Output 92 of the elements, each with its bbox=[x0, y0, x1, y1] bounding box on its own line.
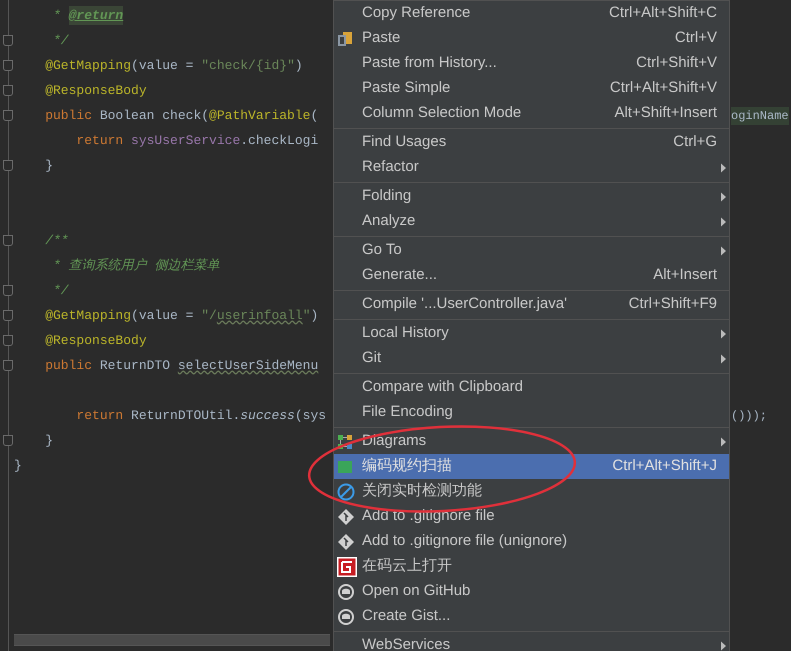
menu-item[interactable]: Column Selection Mode Alt+Shift+Insert bbox=[334, 101, 729, 126]
menu-item[interactable]: Compile '...UserController.java' Ctrl+Shift+F9 bbox=[334, 292, 729, 317]
code-token: ) bbox=[294, 56, 303, 75]
code-token: public bbox=[44, 106, 94, 125]
code-token: * 查询系统用户 侧边栏菜单 bbox=[52, 256, 220, 275]
code-token: ())); bbox=[731, 408, 768, 424]
fold-marker[interactable] bbox=[3, 435, 13, 446]
prohibited-icon bbox=[337, 482, 355, 500]
fold-marker[interactable] bbox=[3, 235, 13, 246]
code-token: @ResponseBody bbox=[44, 332, 147, 350]
shortcut-label: Alt+Insert bbox=[653, 265, 717, 286]
code-token: sysUserService bbox=[131, 132, 240, 150]
code-token: "check/{id}" bbox=[201, 56, 295, 75]
code-token: } bbox=[44, 156, 54, 175]
octocat-icon bbox=[337, 582, 355, 600]
code-token: (value = bbox=[131, 56, 194, 75]
fold-marker[interactable] bbox=[3, 60, 13, 71]
diagram-icon bbox=[337, 434, 353, 450]
code-token: userinfoall bbox=[216, 306, 303, 325]
menu-item[interactable]: Local History bbox=[334, 321, 729, 346]
menu-item[interactable]: Refactor bbox=[334, 155, 729, 180]
menu-item[interactable]: 关闭实时检测功能 bbox=[334, 479, 729, 504]
code-token: ( bbox=[310, 106, 318, 125]
code-token: public bbox=[44, 356, 94, 375]
code-token: /** bbox=[44, 232, 69, 250]
menu-item[interactable]: Paste Ctrl+V bbox=[334, 26, 729, 51]
code-token: (value = bbox=[131, 306, 194, 325]
code-token: "/ bbox=[201, 306, 217, 325]
fold-marker[interactable] bbox=[3, 110, 13, 121]
menu-item[interactable]: Generate... Alt+Insert bbox=[334, 263, 729, 288]
shortcut-label: Ctrl+G bbox=[673, 132, 717, 152]
code-token: @PathVariable bbox=[209, 106, 310, 125]
menu-item[interactable]: File Encoding bbox=[334, 400, 729, 425]
fold-marker[interactable] bbox=[3, 85, 13, 96]
shortcut-label: Ctrl+Shift+V bbox=[636, 53, 717, 74]
menu-item[interactable]: Open on GitHub bbox=[334, 579, 729, 604]
git-icon bbox=[337, 508, 355, 526]
menu-item[interactable]: Go To bbox=[334, 238, 729, 263]
menu-item[interactable]: Add to .gitignore file bbox=[334, 504, 729, 529]
code-token: " bbox=[302, 306, 310, 325]
fold-marker[interactable] bbox=[3, 360, 13, 371]
menu-item[interactable]: Paste from History... Ctrl+Shift+V bbox=[334, 51, 729, 76]
code-token: @return bbox=[68, 6, 124, 26]
horizontal-scrollbar[interactable] bbox=[14, 634, 330, 646]
menu-item[interactable]: Compare with Clipboard bbox=[334, 375, 729, 400]
menu-item[interactable]: 在码云上打开 bbox=[334, 554, 729, 579]
shortcut-label: Ctrl+Alt+Shift+J bbox=[612, 456, 717, 476]
code-token: } bbox=[14, 456, 22, 475]
code-token: return bbox=[75, 406, 124, 425]
menu-item[interactable]: Diagrams bbox=[334, 429, 729, 454]
menu-item[interactable]: Paste Simple Ctrl+Alt+Shift+V bbox=[334, 76, 729, 101]
fold-marker[interactable] bbox=[3, 35, 13, 46]
menu-item[interactable]: Find Usages Ctrl+G bbox=[334, 130, 729, 155]
code-token: success bbox=[240, 406, 295, 425]
code-token: return bbox=[75, 132, 124, 150]
code-token: (sys bbox=[294, 406, 326, 425]
code-token: */ bbox=[52, 32, 69, 50]
code-token: */ bbox=[52, 282, 69, 300]
fold-marker[interactable] bbox=[3, 285, 13, 296]
code-token: oginName bbox=[731, 106, 789, 124]
paste-icon bbox=[337, 30, 353, 46]
menu-item[interactable]: Git bbox=[334, 346, 729, 371]
code-token: @GetMapping bbox=[44, 56, 132, 75]
menu-item[interactable]: Create Gist... bbox=[334, 604, 729, 629]
code-token: @GetMapping bbox=[44, 306, 132, 325]
git-icon bbox=[337, 532, 355, 550]
shortcut-label: Alt+Shift+Insert bbox=[614, 103, 717, 124]
shortcut-label: Ctrl+Shift+F9 bbox=[628, 294, 717, 314]
menu-item[interactable]: Folding bbox=[334, 184, 729, 209]
menu-item[interactable]: Analyze bbox=[334, 209, 729, 234]
menu-item[interactable]: 编码规约扫描 Ctrl+Alt+Shift+J bbox=[334, 454, 729, 479]
shortcut-label: Ctrl+V bbox=[674, 28, 717, 48]
shortcut-label: Ctrl+Alt+Shift+V bbox=[610, 78, 717, 98]
code-token: ) bbox=[310, 306, 318, 325]
fold-marker[interactable] bbox=[3, 160, 13, 171]
code-token: .checkLogi bbox=[240, 132, 318, 150]
scan-icon bbox=[337, 458, 353, 474]
fold-marker[interactable] bbox=[3, 310, 13, 321]
code-token: @ResponseBody bbox=[44, 82, 147, 100]
fold-marker[interactable] bbox=[3, 335, 13, 346]
code-token: Boolean check( bbox=[100, 106, 210, 125]
menu-item[interactable]: Add to .gitignore file (unignore) bbox=[334, 529, 729, 554]
code-token: ReturnDTO bbox=[100, 356, 172, 375]
gitee-logo-icon bbox=[337, 556, 357, 576]
shortcut-label: Ctrl+Alt+Shift+C bbox=[609, 3, 717, 24]
menu-item[interactable]: WebServices bbox=[334, 633, 729, 651]
menu-item[interactable]: Copy Reference Ctrl+Alt+Shift+C bbox=[334, 1, 729, 26]
code-token: selectUserSideMenu bbox=[178, 356, 318, 375]
code-token: ReturnDTOUtil. bbox=[131, 406, 240, 425]
code-token: * bbox=[52, 6, 62, 25]
code-token: } bbox=[44, 432, 54, 450]
octocat-icon bbox=[337, 608, 355, 626]
